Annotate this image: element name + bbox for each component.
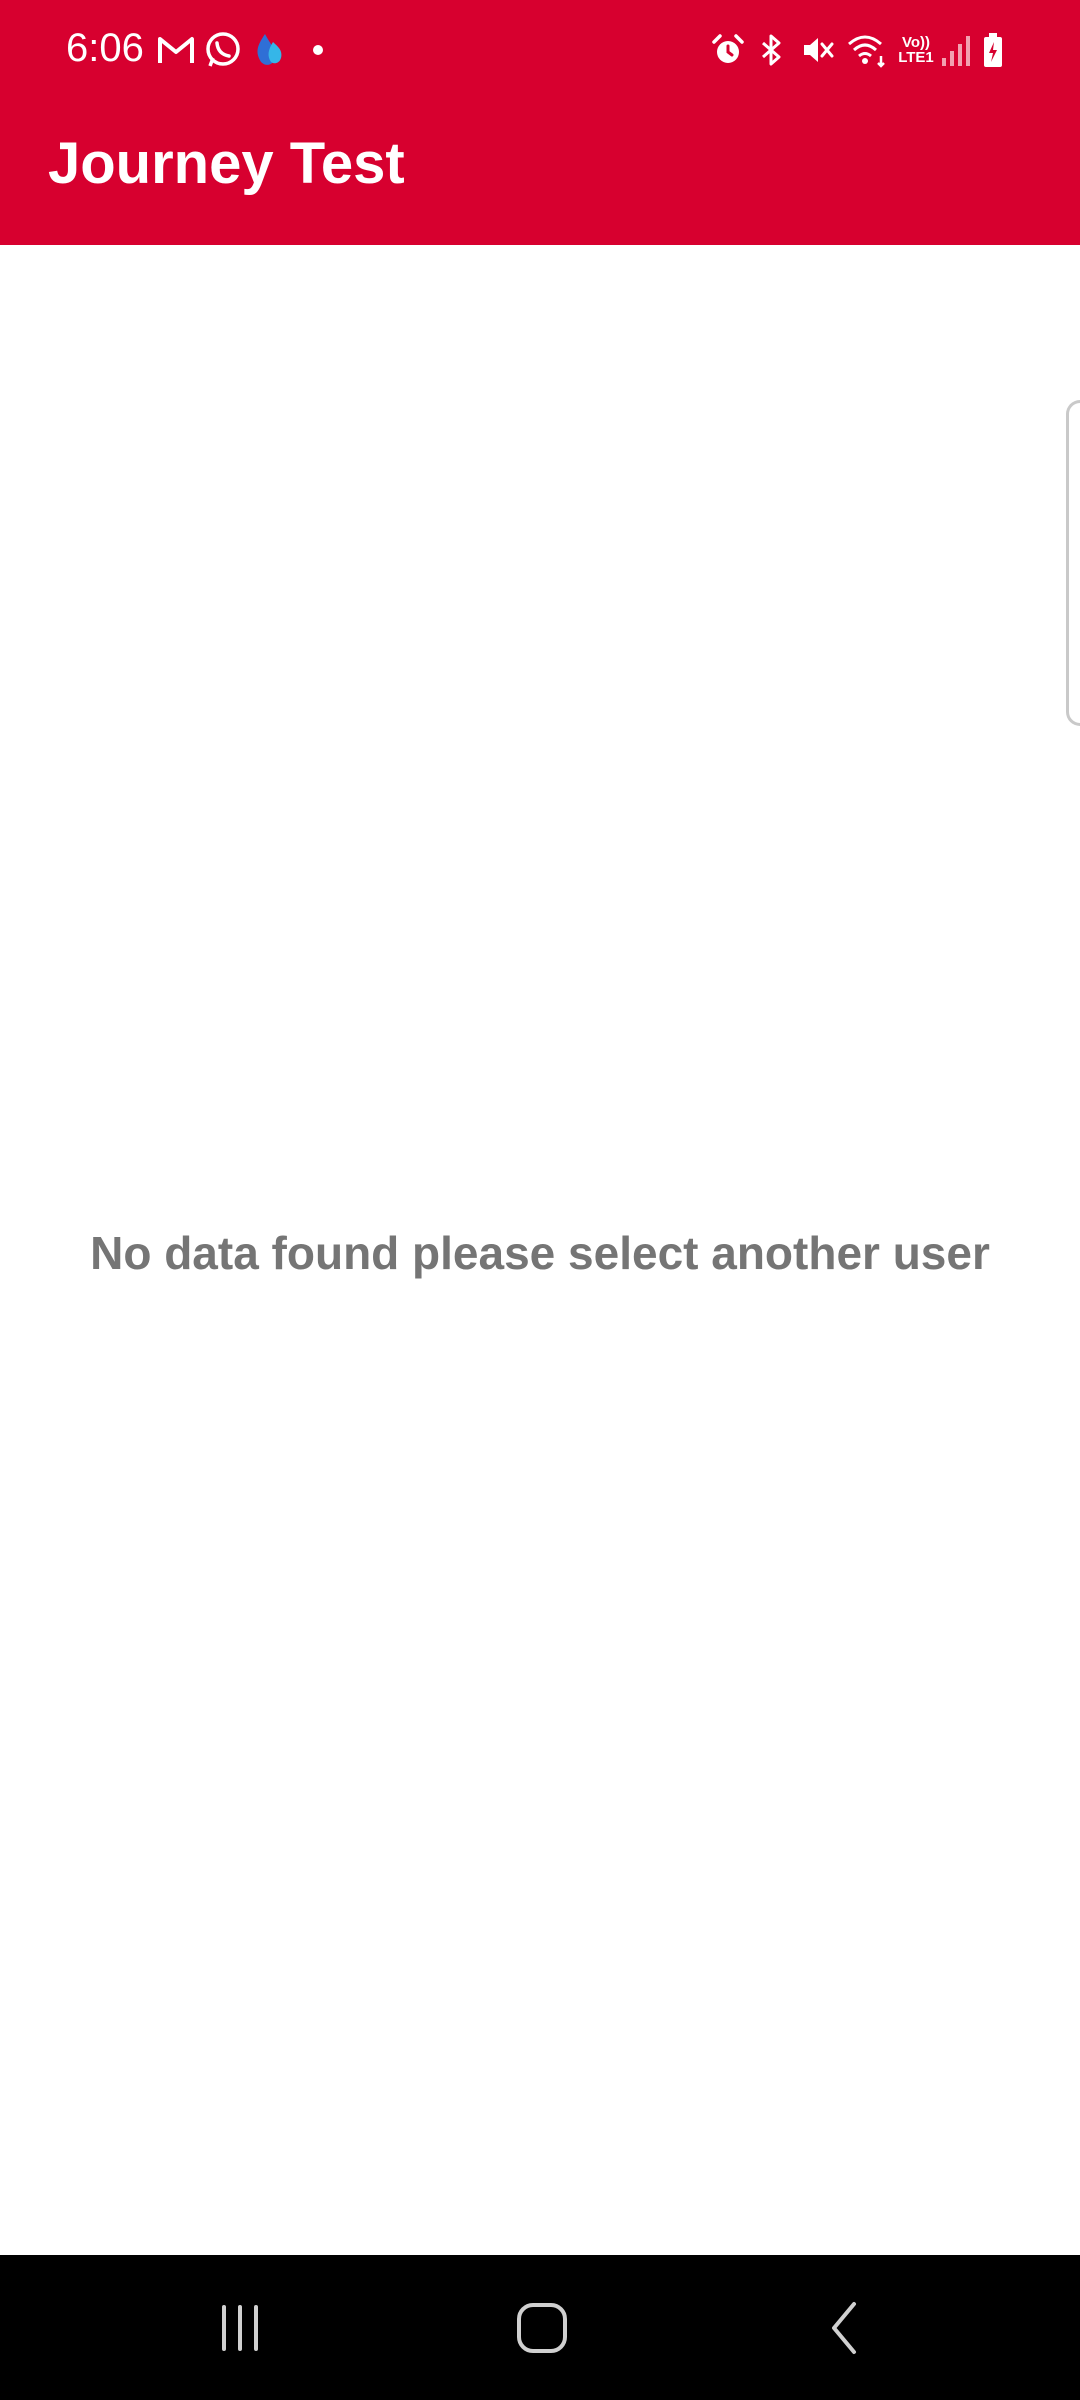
- status-bar: 6:06 Vo)) LTE1: [0, 0, 1080, 96]
- whatsapp-icon: [200, 30, 244, 70]
- empty-state-message: No data found please select another user: [90, 1227, 990, 1279]
- recents-icon[interactable]: [195, 2292, 285, 2364]
- back-icon[interactable]: [800, 2292, 890, 2364]
- mute-icon: [798, 30, 838, 70]
- gmail-icon: [156, 30, 196, 70]
- bluetooth-icon: [756, 30, 788, 70]
- notification-dot-icon: [310, 30, 326, 70]
- home-icon[interactable]: [497, 2292, 587, 2364]
- status-time: 6:06: [66, 26, 144, 70]
- volte-label: Vo)) LTE1: [898, 34, 934, 66]
- signal-icon: [938, 30, 972, 70]
- wifi-icon: [844, 30, 890, 70]
- app-bar: 6:06 Vo)) LTE1 Journey Test: [0, 0, 1080, 245]
- battery-charging-icon: [978, 30, 1008, 70]
- alarm-icon: [710, 30, 746, 70]
- page-title: Journey Test: [48, 131, 405, 196]
- edge-panel-handle[interactable]: [1066, 400, 1080, 726]
- drop-app-icon: [252, 30, 286, 70]
- volte-icon: Vo)) LTE1: [894, 30, 938, 70]
